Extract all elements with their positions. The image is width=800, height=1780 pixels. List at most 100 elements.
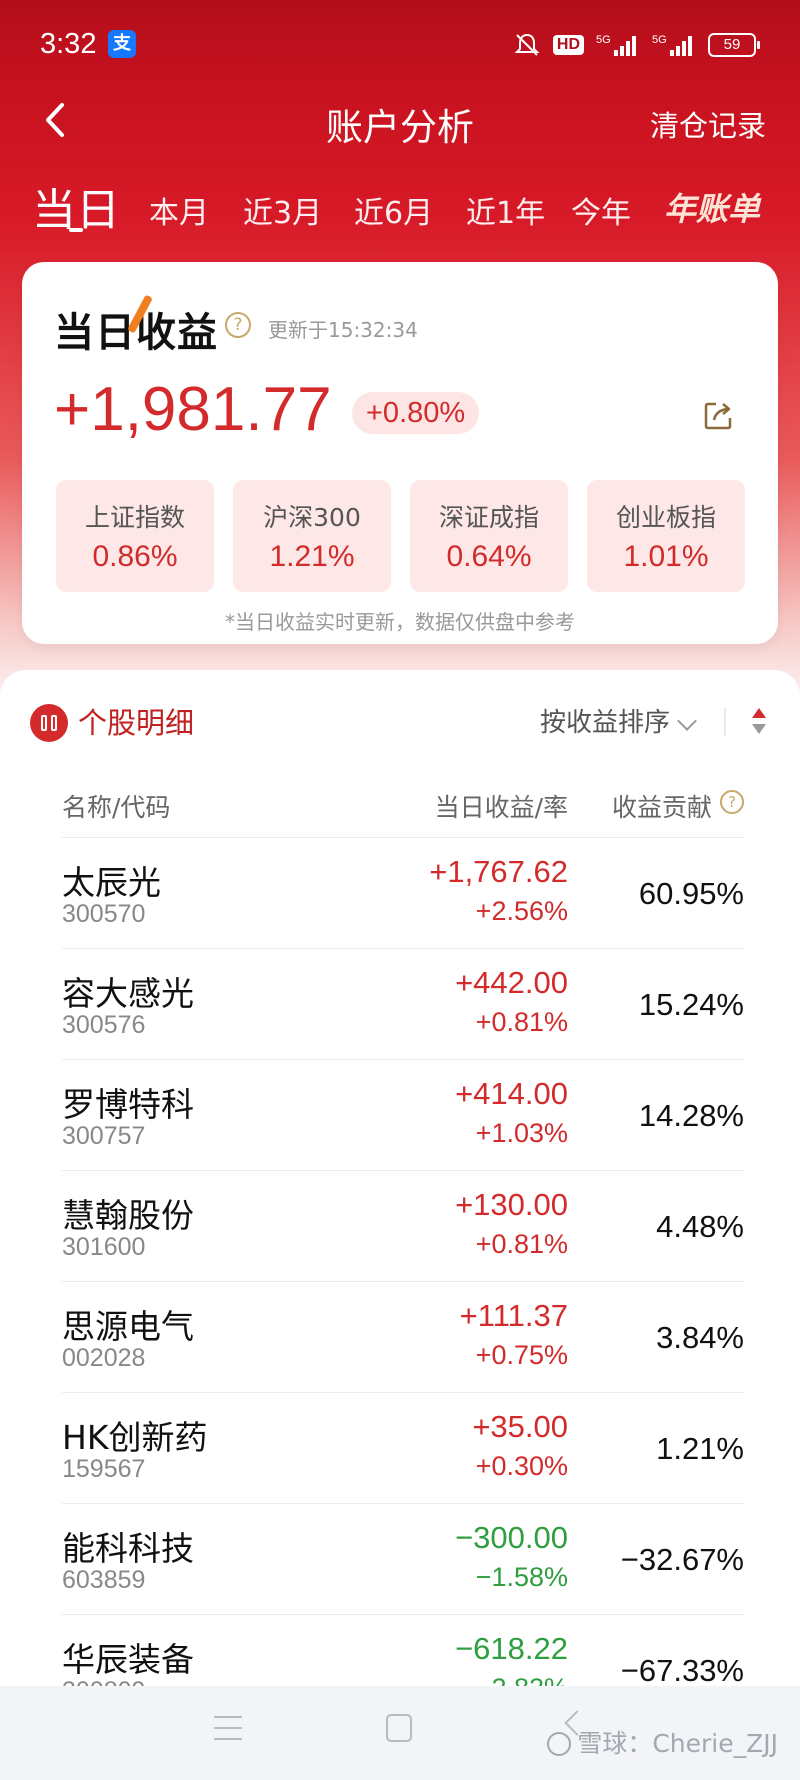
day-profit-amount: +1,981.77 <box>54 375 332 444</box>
share-icon[interactable] <box>702 398 736 432</box>
signal-5g-icon: 5G <box>596 32 640 58</box>
stock-code: 301600 <box>62 1233 146 1261</box>
chevron-down-icon[interactable] <box>677 711 697 731</box>
stock-contribution: 1.21% <box>656 1431 744 1466</box>
status-bar: 3:32 支 HD 5G 5G 59 <box>0 0 800 80</box>
index-value: 1.21% <box>269 540 355 573</box>
stock-name: 容大感光 <box>62 974 194 1013</box>
status-indicators: HD 5G 5G 59 <box>513 28 760 62</box>
stock-name: 太辰光 <box>62 863 161 902</box>
watermark: 雪球：Cherie_ZJJ <box>547 1724 778 1760</box>
stock-detail-panel: 个股明细 按收益排序 名称/代码 当日收益/率 收益贡献 ? 太辰光 300570… <box>0 670 800 1710</box>
mute-icon <box>513 31 541 59</box>
index-card-szse[interactable]: 深证成指 0.64% <box>410 480 568 592</box>
table-row[interactable]: HK创新药 159567 +35.00 +0.30% 1.21% <box>62 1392 744 1503</box>
clear-record-link[interactable]: 清仓记录 <box>650 103 766 145</box>
table-row[interactable]: 思源电气 002028 +111.37 +0.75% 3.84% <box>62 1281 744 1392</box>
stock-contribution: 14.28% <box>638 1098 744 1133</box>
status-time: 3:32 <box>40 28 97 60</box>
hd-icon: HD <box>552 35 584 55</box>
stock-name: HK创新药 <box>62 1418 208 1457</box>
table-row[interactable]: 慧翰股份 301600 +130.00 +0.81% 4.48% <box>62 1170 744 1281</box>
stock-code: 300570 <box>62 900 146 928</box>
stock-contribution: 60.95% <box>638 876 744 911</box>
market-index-row: 上证指数 0.86% 沪深300 1.21% 深证成指 0.64% 创业板指 1… <box>56 480 746 592</box>
stock-contribution: 15.24% <box>638 987 744 1022</box>
table-header: 名称/代码 当日收益/率 收益贡献 ? <box>62 788 744 828</box>
column-header-contribution[interactable]: 收益贡献 <box>612 788 712 824</box>
stock-code: 300757 <box>62 1122 146 1150</box>
tab-this-year[interactable]: 今年 <box>571 188 631 232</box>
stock-contribution: −32.67% <box>620 1542 744 1577</box>
column-header-profit[interactable]: 当日收益/率 <box>435 788 568 824</box>
stock-list: 太辰光 300570 +1,767.62 +2.56% 60.95% 容大感光 300576… <box>62 837 744 1725</box>
column-header-name: 名称/代码 <box>62 793 171 822</box>
svg-text:5G: 5G <box>652 34 667 46</box>
table-row[interactable]: 太辰光 300570 +1,767.62 +2.56% 60.95% <box>62 837 744 948</box>
index-value: 0.64% <box>446 540 532 573</box>
stock-day-rate: +0.75% <box>475 1340 568 1370</box>
stock-contribution: 4.48% <box>656 1209 744 1244</box>
sort-dropdown[interactable]: 按收益排序 <box>540 702 670 739</box>
index-value: 0.86% <box>92 540 178 573</box>
stock-day-profit: +1,767.62 <box>429 854 568 889</box>
table-row[interactable]: 罗博特科 300757 +414.00 +1.03% 14.28% <box>62 1059 744 1170</box>
tab-this-month[interactable]: 本月 <box>149 188 209 232</box>
stock-name: 慧翰股份 <box>62 1196 194 1235</box>
stock-day-rate: +1.03% <box>475 1118 568 1148</box>
stock-day-profit: −300.00 <box>455 1520 568 1555</box>
alipay-icon: 支 <box>108 30 136 58</box>
stock-detail-icon <box>30 704 68 742</box>
day-profit-rate-badge: +0.80% <box>352 392 480 434</box>
divider <box>724 708 726 736</box>
index-value: 1.01% <box>623 540 709 573</box>
stock-code: 300576 <box>62 1011 146 1039</box>
stock-name: 罗博特科 <box>62 1085 194 1124</box>
card-title: 当日收益 <box>54 294 218 358</box>
index-name: 创业板指 <box>615 503 716 532</box>
stock-day-profit: +442.00 <box>455 965 568 1000</box>
stock-name: 能科科技 <box>62 1529 194 1568</box>
period-tabs: 当日 本月 近3月 近6月 近1年 今年 年账单 <box>0 172 800 242</box>
battery-icon: 59 <box>708 33 760 57</box>
tab-6-months[interactable]: 近6月 <box>354 188 433 232</box>
update-time: 更新于15:32:34 <box>268 318 418 342</box>
stock-day-rate: +0.81% <box>475 1007 568 1037</box>
stock-day-profit: +35.00 <box>472 1409 568 1444</box>
table-row[interactable]: 容大感光 300576 +442.00 +0.81% 15.24% <box>62 948 744 1059</box>
tab-1-year[interactable]: 近1年 <box>466 188 545 232</box>
system-navigation-bar: 雪球：Cherie_ZJJ <box>0 1686 800 1780</box>
stock-contribution: −67.33% <box>620 1653 744 1688</box>
stock-day-rate: −1.58% <box>475 1562 568 1592</box>
stock-day-profit: −618.22 <box>455 1631 568 1666</box>
active-tab-indicator <box>69 228 83 232</box>
index-card-csi300[interactable]: 沪深300 1.21% <box>233 480 391 592</box>
svg-text:5G: 5G <box>596 34 611 46</box>
stock-contribution: 3.84% <box>656 1320 744 1355</box>
table-row[interactable]: 能科科技 603859 −300.00 −1.58% −32.67% <box>62 1503 744 1614</box>
index-name: 深证成指 <box>438 503 539 532</box>
watermark-text: 雪球：Cherie_ZJJ <box>577 1729 778 1758</box>
index-name: 上证指数 <box>84 503 185 532</box>
stock-day-profit: +414.00 <box>455 1076 568 1111</box>
xueqiu-logo-icon <box>547 1732 572 1756</box>
stock-code: 002028 <box>62 1344 146 1372</box>
disclaimer-note: *当日收益实时更新，数据仅供盘中参考 <box>225 610 575 634</box>
stock-day-rate: +2.56% <box>475 896 568 926</box>
help-icon[interactable]: ? <box>720 790 744 814</box>
home-icon[interactable] <box>386 1714 412 1742</box>
stock-day-profit: +130.00 <box>455 1187 568 1222</box>
menu-icon[interactable] <box>214 1716 242 1740</box>
stock-code: 159567 <box>62 1455 146 1483</box>
sort-order-icon[interactable] <box>750 706 768 736</box>
index-name: 沪深300 <box>263 503 361 532</box>
index-card-sse[interactable]: 上证指数 0.86% <box>56 480 214 592</box>
index-card-chinext[interactable]: 创业板指 1.01% <box>587 480 745 592</box>
stock-name: 思源电气 <box>62 1307 194 1346</box>
tab-annual-bill[interactable]: 年账单 <box>664 184 760 230</box>
daily-summary-card: 当日收益 ? 更新于15:32:34 +1,981.77 +0.80% 上证指数… <box>22 262 778 644</box>
stock-day-rate: +0.30% <box>475 1451 568 1481</box>
tab-3-months[interactable]: 近3月 <box>243 188 322 232</box>
help-icon[interactable]: ? <box>225 312 251 338</box>
stock-name: 华辰装备 <box>62 1640 194 1679</box>
